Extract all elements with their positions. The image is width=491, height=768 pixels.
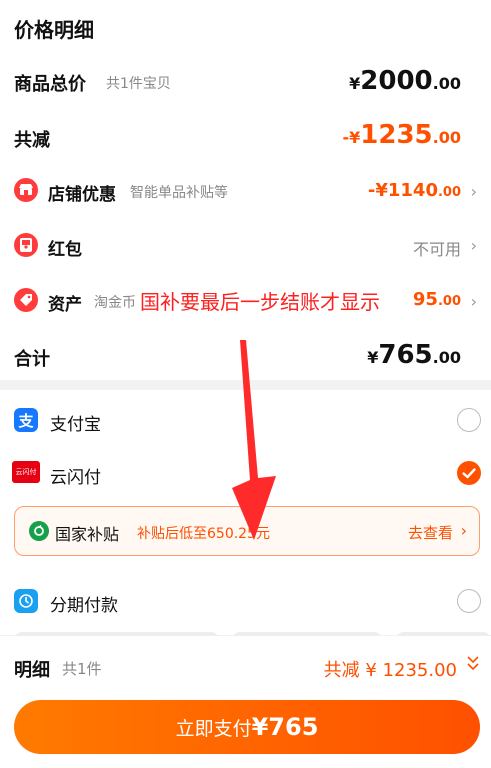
annotation-text: 国补要最后一步结账才显示 bbox=[140, 290, 380, 314]
annotation-arrow-icon bbox=[232, 340, 276, 540]
